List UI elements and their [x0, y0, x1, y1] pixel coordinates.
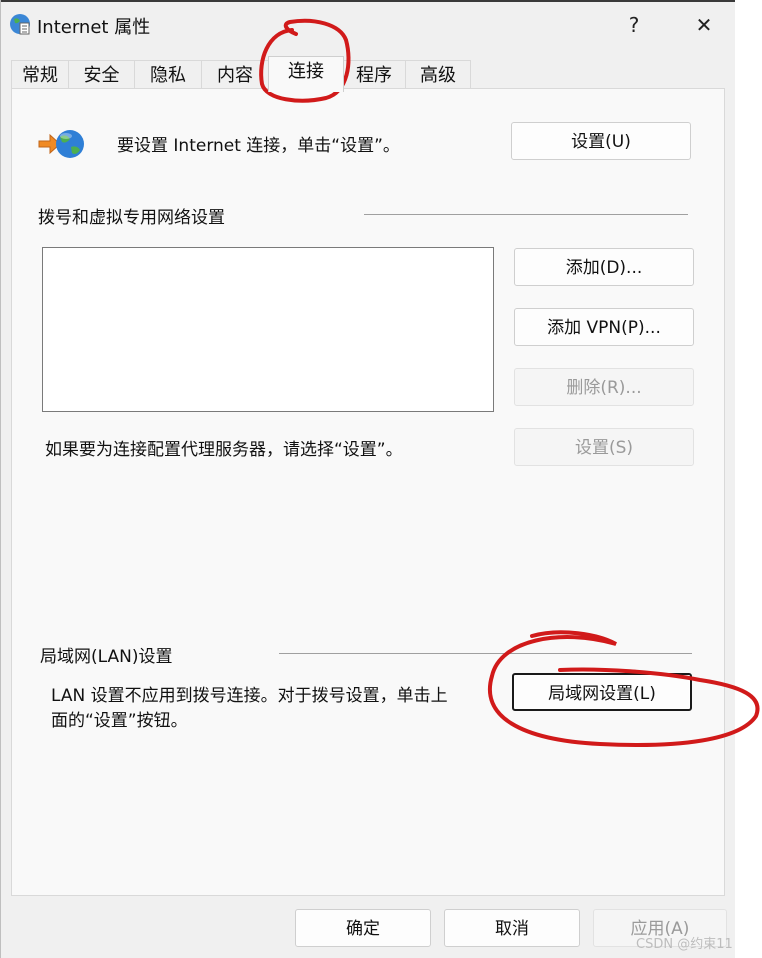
setup-connection-icon	[38, 130, 84, 158]
tab-general[interactable]: 常规	[11, 60, 69, 90]
lan-description-line2: 面的“设置”按钮。	[51, 711, 188, 731]
lan-settings-heading: 局域网(LAN)设置	[40, 647, 173, 667]
cancel-button[interactable]: 取消	[444, 909, 580, 947]
window-title: Internet 属性	[37, 17, 151, 38]
lan-divider	[279, 653, 692, 654]
tab-content[interactable]: 内容	[201, 60, 269, 90]
tab-security[interactable]: 安全	[68, 60, 135, 90]
lan-description-line1: LAN 设置不应用到拨号连接。对于拨号设置，单击上	[51, 686, 448, 706]
dialup-divider	[364, 214, 688, 215]
add-vpn-button[interactable]: 添加 VPN(P)...	[514, 308, 694, 346]
title-bar: Internet 属性 ? ✕	[1, 2, 735, 44]
tab-connections[interactable]: 连接	[268, 56, 344, 92]
connections-panel: 要设置 Internet 连接，单击“设置”。 设置(U) 拨号和虚拟专用网络设…	[11, 88, 725, 896]
add-dialup-button[interactable]: 添加(D)...	[514, 248, 694, 286]
connection-settings-button[interactable]: 设置(S)	[514, 428, 694, 466]
close-button[interactable]: ✕	[684, 8, 724, 42]
ok-button[interactable]: 确定	[295, 909, 431, 947]
internet-globe-icon	[10, 14, 30, 35]
csdn-watermark: CSDN @约束11	[636, 937, 733, 952]
help-button[interactable]: ?	[614, 8, 654, 42]
lan-settings-button[interactable]: 局域网设置(L)	[512, 673, 692, 711]
remove-connection-button[interactable]: 删除(R)...	[514, 368, 694, 406]
setup-button[interactable]: 设置(U)	[511, 122, 691, 160]
tab-advanced[interactable]: 高级	[405, 60, 471, 90]
internet-properties-dialog: Internet 属性 ? ✕ 常规 安全 隐私 内容 连接 程序 高级 要设置…	[0, 0, 735, 958]
proxy-settings-text: 如果要为连接配置代理服务器，请选择“设置”。	[45, 440, 403, 460]
tab-privacy[interactable]: 隐私	[134, 60, 202, 90]
dialup-connections-list[interactable]	[42, 247, 494, 412]
tab-programs[interactable]: 程序	[342, 60, 406, 90]
setup-connection-text: 要设置 Internet 连接，单击“设置”。	[117, 136, 400, 156]
dialup-vpn-heading: 拨号和虚拟专用网络设置	[38, 208, 225, 228]
